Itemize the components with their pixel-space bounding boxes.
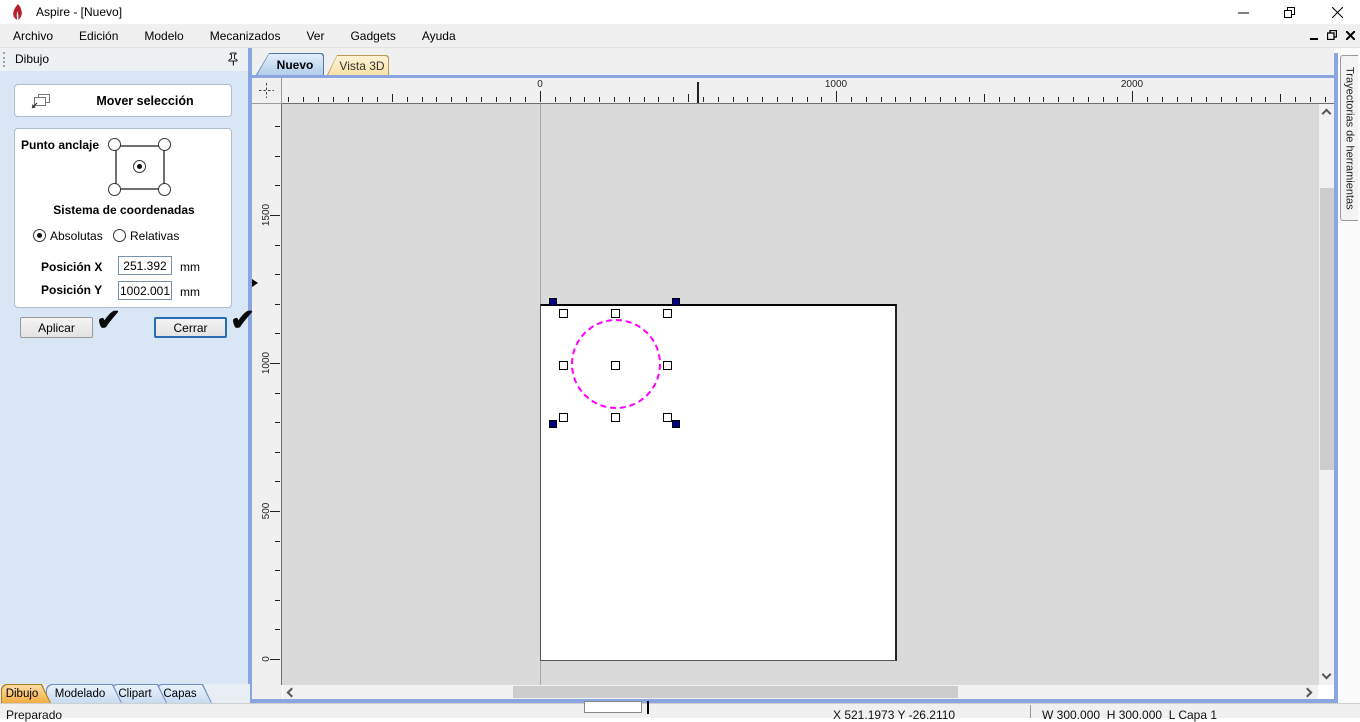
selection-handle-se[interactable] [663,413,672,422]
restore-button[interactable] [1274,0,1304,24]
scroll-left-icon[interactable] [286,687,297,698]
position-y-label: Posición Y [41,283,103,297]
hruler-label-1000: 1000 [824,79,848,90]
vruler-cursor-marker [252,279,258,287]
menu-mecanizados[interactable]: Mecanizados [197,25,294,47]
absolute-radio-label[interactable]: Absolutas [50,229,103,243]
anchor-center-radio[interactable] [133,160,146,173]
mdi-restore-button[interactable] [1324,27,1340,43]
scrollbar-corner [252,685,282,699]
tab-nuevo-label: Nuevo [276,57,314,72]
scroll-right-icon[interactable] [1302,687,1313,698]
hruler-label-2000: 2000 [1120,79,1144,90]
position-x-label: Posición X [41,260,103,274]
menu-bar: Archivo Edición Modelo Mecanizados Ver G… [0,24,1360,48]
status-ready-text: Preparado [6,708,63,722]
hruler-label-0: 0 [537,79,543,90]
selection-handle-s[interactable] [611,413,620,422]
close-button[interactable] [1322,0,1352,24]
drawing-canvas[interactable] [282,104,1318,685]
scale-handle-nw[interactable] [549,298,557,306]
menu-archivo[interactable]: Archivo [0,25,66,47]
apply-button[interactable]: Aplicar [20,317,93,338]
panel-header: Dibujo [0,48,248,71]
close-tool-button[interactable]: Cerrar [154,317,227,338]
horizontal-scrollbar-thumb[interactable] [513,686,958,698]
tab-modelado[interactable]: Modelado [46,684,122,703]
scale-handle-se[interactable] [672,420,680,428]
title-bar: Aspire - [Nuevo] [0,0,1360,24]
tool-header-box: Mover selección [14,84,232,117]
horizontal-ruler: 0 1000 2000 [282,78,1334,104]
window-title: Aspire - [Nuevo] [36,5,123,19]
scale-handle-sw[interactable] [549,420,557,428]
move-tool-box: Punto anclaje Sistema de coordenadas Abs… [14,128,232,308]
apply-check-icon: ✔ [96,304,122,337]
absolute-radio[interactable] [33,229,46,242]
vertical-scrollbar-thumb[interactable] [1320,188,1334,470]
status-divider [1030,705,1031,718]
tab-dibujo[interactable]: Dibujo [1,684,51,703]
scroll-up-icon[interactable] [1321,108,1332,119]
drawing-panel: Dibujo Mover selección Punto anclaje Sis… [0,48,248,684]
selection-handle-center[interactable] [611,361,620,370]
app-logo-icon [11,4,24,23]
anchor-bottom-left-radio[interactable] [108,183,121,196]
selection-handle-n[interactable] [611,309,620,318]
selection-handle-nw[interactable] [559,309,568,318]
text-caret [647,701,649,714]
mdi-minimize-button[interactable] [1306,27,1322,43]
relative-radio-label[interactable]: Relativas [130,229,179,243]
toolpaths-tab[interactable]: Trayectorias de herramientas [1340,55,1358,221]
anchor-top-right-radio[interactable] [158,138,171,151]
tab-vista-3d-label: Vista 3D [339,58,385,73]
tab-vista-3d[interactable]: Vista 3D [327,55,389,75]
selection-handle-sw[interactable] [559,413,568,422]
anchor-top-left-radio[interactable] [108,138,121,151]
coord-system-label: Sistema de coordenadas [53,203,195,217]
status-entry-field [584,701,642,713]
hruler-cursor-marker [697,82,699,103]
minimize-button[interactable] [1228,0,1258,24]
scroll-down-icon[interactable] [1321,669,1332,680]
status-selection-size: W 300.000 H 300.000 L Capa 1 [1042,708,1218,722]
pin-icon[interactable] [227,52,239,69]
status-cursor-position: X 521.1973 Y -26.2110 [833,708,956,722]
menu-gadgets[interactable]: Gadgets [337,25,408,47]
selection-handle-ne[interactable] [663,309,672,318]
menu-ayuda[interactable]: Ayuda [409,25,469,47]
move-selection-icon [31,93,51,112]
anchor-bottom-right-radio[interactable] [158,183,171,196]
relative-radio[interactable] [113,229,126,242]
close-check-icon: ✔ [230,304,256,337]
menu-modelo[interactable]: Modelo [131,25,196,47]
position-x-unit: mm [180,260,200,274]
scale-handle-ne[interactable] [672,298,680,306]
ruler-origin-icon [252,78,282,104]
menu-edicion[interactable]: Edición [66,25,131,47]
vertical-ruler: 1500 1000 500 0 [252,104,282,685]
panel-grip-handle[interactable] [3,52,6,67]
panel-title: Dibujo [15,52,50,66]
menu-ver[interactable]: Ver [293,25,337,47]
selection-handle-e[interactable] [663,361,672,370]
mdi-close-button[interactable] [1342,27,1358,43]
position-x-input[interactable] [118,256,172,275]
tool-header-label: Mover selección [96,93,194,108]
position-y-input[interactable] [118,281,172,300]
toolpaths-tab-label: Trayectorias de herramientas [1343,66,1356,210]
horizontal-scrollbar[interactable] [283,685,1318,699]
selection-handle-w[interactable] [559,361,568,370]
view-tab-strip [252,48,1334,75]
vertical-scrollbar[interactable] [1318,104,1334,685]
anchor-point-label: Punto anclaje [21,138,100,152]
position-y-unit: mm [180,285,200,299]
